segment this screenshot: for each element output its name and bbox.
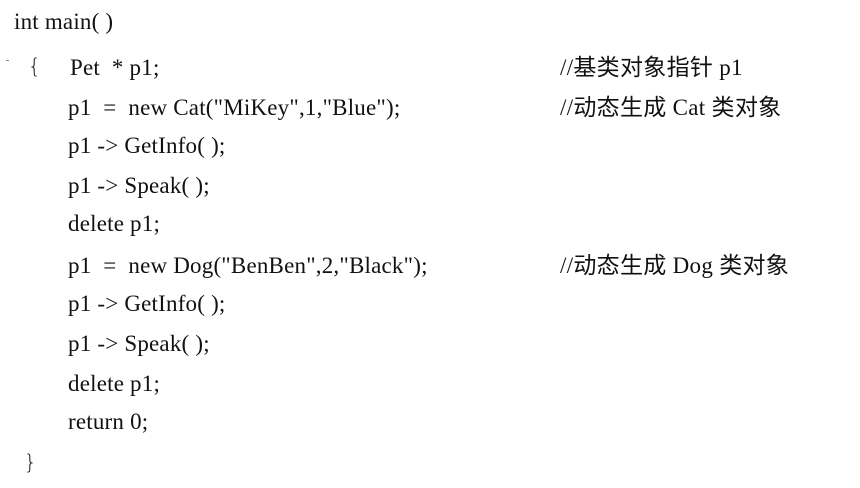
code-line-10: return 0;	[68, 409, 149, 434]
code-line-8: p1 -> Speak( );	[68, 331, 210, 356]
code-line-3: p1 -> GetInfo( );	[68, 133, 226, 158]
comment-1: //基类对象指针 p1	[560, 55, 743, 80]
code-line-1: Pet * p1;	[70, 55, 160, 80]
comment-3: //动态生成 Dog 类对象	[560, 253, 790, 278]
margin-mark	[6, 60, 9, 61]
comment-2: //动态生成 Cat 类对象	[560, 95, 782, 120]
code-line-2: p1 = new Cat("MiKey",1,"Blue");	[68, 95, 401, 120]
code-line-6: p1 = new Dog("BenBen",2,"Black");	[68, 253, 428, 278]
code-line-4: p1 -> Speak( );	[68, 173, 210, 198]
close-brace: }	[24, 450, 37, 474]
code-line-7: p1 -> GetInfo( );	[68, 291, 226, 316]
code-line-5: delete p1;	[68, 211, 161, 236]
code-listing: int main( ) { Pet * p1; //基类对象指针 p1 p1 =…	[0, 0, 860, 488]
open-brace: {	[28, 54, 41, 78]
code-line-9: delete p1;	[68, 371, 161, 396]
function-header: int main( )	[14, 9, 114, 34]
